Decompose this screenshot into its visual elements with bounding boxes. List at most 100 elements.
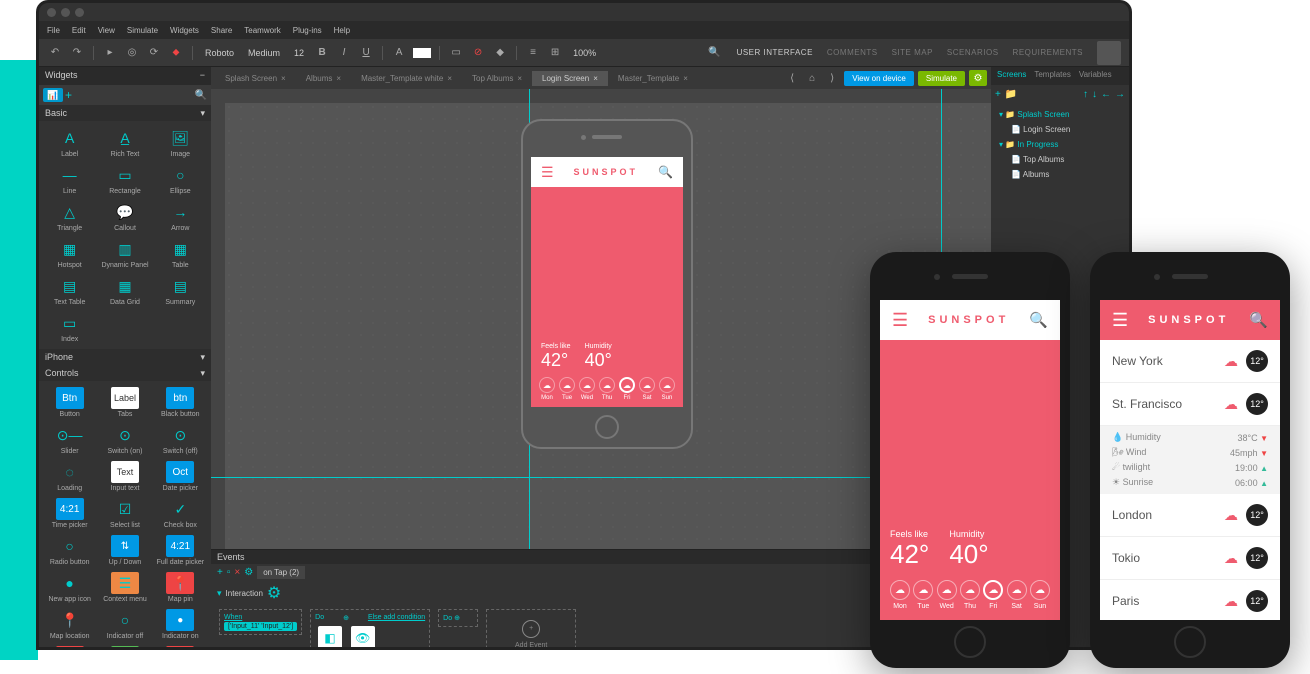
close-tab-icon[interactable]: ×	[683, 74, 688, 83]
day-thu[interactable]: ☁Thu	[599, 377, 615, 401]
widget-hotspot[interactable]: ▦Hotspot	[43, 236, 96, 271]
record-icon[interactable]: ⬥	[168, 45, 184, 61]
widget-new-app-icon[interactable]: ●New app icon	[43, 570, 96, 605]
file-tab[interactable]: Login Screen×	[532, 71, 608, 86]
day-sun[interactable]: ☁Sun	[1030, 580, 1050, 610]
event-settings-icon[interactable]: ⚙	[244, 567, 253, 578]
simulate-button[interactable]: Simulate	[918, 71, 965, 86]
close-tab-icon[interactable]: ×	[517, 74, 522, 83]
top-tab[interactable]: SCENARIOS	[947, 48, 999, 57]
device-frame[interactable]: ☰ SUNSPOT 🔍 Feels like42°Humidity40° ☁Mo…	[521, 119, 693, 449]
widget-rich-text[interactable]: A̲Rich Text	[98, 125, 151, 160]
top-tab[interactable]: COMMENTS	[827, 48, 878, 57]
city-row[interactable]: St. Francisco☁12°	[1100, 383, 1280, 426]
day-tue[interactable]: ☁Tue	[559, 377, 575, 401]
widget-library-icon[interactable]: 📊	[43, 88, 63, 102]
close-tab-icon[interactable]: ×	[336, 74, 341, 83]
close-dot[interactable]	[47, 8, 56, 17]
condition-node[interactable]: When ['Input_11' 'Input_12']	[219, 609, 302, 635]
top-tab[interactable]: USER INTERFACE	[737, 48, 813, 57]
fill-icon[interactable]: ◆	[492, 45, 508, 61]
top-tab[interactable]: SITE MAP	[892, 48, 933, 57]
day-fri[interactable]: ☁Fri	[983, 580, 1003, 610]
set-active-action[interactable]: ◧Set Acti...	[315, 626, 345, 650]
widget-indicator-off[interactable]: ○Indicator off	[98, 607, 151, 642]
move-down-icon[interactable]: ↓	[1092, 89, 1097, 100]
widget-rectangle[interactable]: ▭Rectangle	[98, 162, 151, 197]
no-border-icon[interactable]: ⊘	[470, 45, 486, 61]
menu-edit[interactable]: Edit	[72, 26, 86, 35]
widget-context-menu[interactable]: ☰Context menu	[98, 570, 151, 605]
widget-date-picker[interactable]: OctDate picker	[154, 459, 207, 494]
controls-section[interactable]: Controls▾	[39, 365, 211, 381]
rotate-icon[interactable]: ⟳	[146, 45, 162, 61]
user-avatar[interactable]	[1097, 41, 1121, 65]
menu-share[interactable]: Share	[211, 26, 232, 35]
widget-line[interactable]: —Line	[43, 162, 96, 197]
widget-time-picker[interactable]: 4:21Time picker	[43, 496, 96, 531]
search-icon[interactable]: 🔍	[1249, 311, 1268, 329]
do-node[interactable]: Do⊕Else add condition ◧Set Acti... 👁Show	[310, 609, 430, 650]
city-row[interactable]: London☁12°	[1100, 494, 1280, 537]
day-tue[interactable]: ☁Tue	[913, 580, 933, 610]
widget-full-date-picker[interactable]: 4:21Full date picker	[154, 533, 207, 568]
basic-section[interactable]: Basic▾	[39, 105, 211, 121]
menu-simulate[interactable]: Simulate	[127, 26, 158, 35]
size-select[interactable]: 12	[290, 46, 308, 60]
widget-data-grid[interactable]: ▦Data Grid	[98, 273, 151, 308]
widget-tabs[interactable]: LabelTabs	[98, 385, 151, 420]
show-action[interactable]: 👁Show	[351, 626, 375, 650]
widget-image[interactable]: 🖼Image	[154, 125, 207, 160]
widget-add[interactable]: +Add	[98, 644, 151, 647]
simulate-settings-icon[interactable]: ⚙	[969, 70, 987, 86]
menu-view[interactable]: View	[98, 26, 115, 35]
widget-input-text[interactable]: TextInput text	[98, 459, 151, 494]
day-sun[interactable]: ☁Sun	[659, 377, 675, 401]
tree-item[interactable]: 📄 Top Albums	[995, 152, 1125, 167]
add-screen-icon[interactable]: +	[995, 89, 1001, 100]
search-icon[interactable]: 🔍	[707, 45, 723, 61]
widget-summary[interactable]: ▤Summary	[154, 273, 207, 308]
widget-dynamic-panel[interactable]: ▥Dynamic Panel	[98, 236, 151, 271]
iphone-section[interactable]: iPhone▾	[39, 349, 211, 365]
weight-select[interactable]: Medium	[244, 46, 284, 60]
panel-tab[interactable]: Variables	[1079, 70, 1112, 82]
widget-check-box[interactable]: ✓Check box	[154, 496, 207, 531]
distribute-icon[interactable]: ⊞	[547, 45, 563, 61]
file-tab[interactable]: Splash Screen×	[215, 71, 296, 86]
widget-delete-centered[interactable]: ⊖Delete centered	[154, 644, 207, 647]
widget-text-table[interactable]: ▤Text Table	[43, 273, 96, 308]
day-mon[interactable]: ☁Mon	[539, 377, 555, 401]
widget-black-button[interactable]: btnBlack button	[154, 385, 207, 420]
add-event-icon[interactable]: +	[217, 567, 223, 578]
bold-icon[interactable]: B	[314, 45, 330, 61]
border-icon[interactable]: ▭	[448, 45, 464, 61]
move-right-icon[interactable]: →	[1115, 89, 1125, 100]
underline-icon[interactable]: U	[358, 45, 374, 61]
day-sat[interactable]: ☁Sat	[639, 377, 655, 401]
close-tab-icon[interactable]: ×	[447, 74, 452, 83]
widget-delete[interactable]: −Delete	[43, 644, 96, 647]
day-thu[interactable]: ☁Thu	[960, 580, 980, 610]
widget-index[interactable]: ▭Index	[43, 310, 96, 345]
tree-item[interactable]: ▾ 📁 Splash Screen	[995, 107, 1125, 122]
city-row[interactable]: Tokio☁12°	[1100, 537, 1280, 580]
widget-indicator-on[interactable]: ●Indicator on	[154, 607, 207, 642]
widget-map-pin[interactable]: 📍Map pin	[154, 570, 207, 605]
tree-item[interactable]: 📄 Login Screen	[995, 122, 1125, 137]
widget-table[interactable]: ▦Table	[154, 236, 207, 271]
nav-next-icon[interactable]: ⟩	[824, 70, 840, 86]
tree-item[interactable]: 📄 Albums	[995, 167, 1125, 182]
nav-prev-icon[interactable]: ⟨	[784, 70, 800, 86]
align-icon[interactable]: ≡	[525, 45, 541, 61]
menu-help[interactable]: Help	[334, 26, 350, 35]
top-tab[interactable]: REQUIREMENTS	[1013, 48, 1083, 57]
add-folder-icon[interactable]: 📁	[1005, 89, 1017, 100]
close-tab-icon[interactable]: ×	[593, 74, 598, 83]
panel-tab[interactable]: Screens	[997, 70, 1026, 82]
delete-event-icon[interactable]: ×	[234, 567, 240, 578]
file-tab[interactable]: Albums×	[296, 71, 351, 86]
text-color-swatch[interactable]	[413, 48, 431, 58]
widget-radio-button[interactable]: ○Radio button	[43, 533, 96, 568]
font-select[interactable]: Roboto	[201, 46, 238, 60]
